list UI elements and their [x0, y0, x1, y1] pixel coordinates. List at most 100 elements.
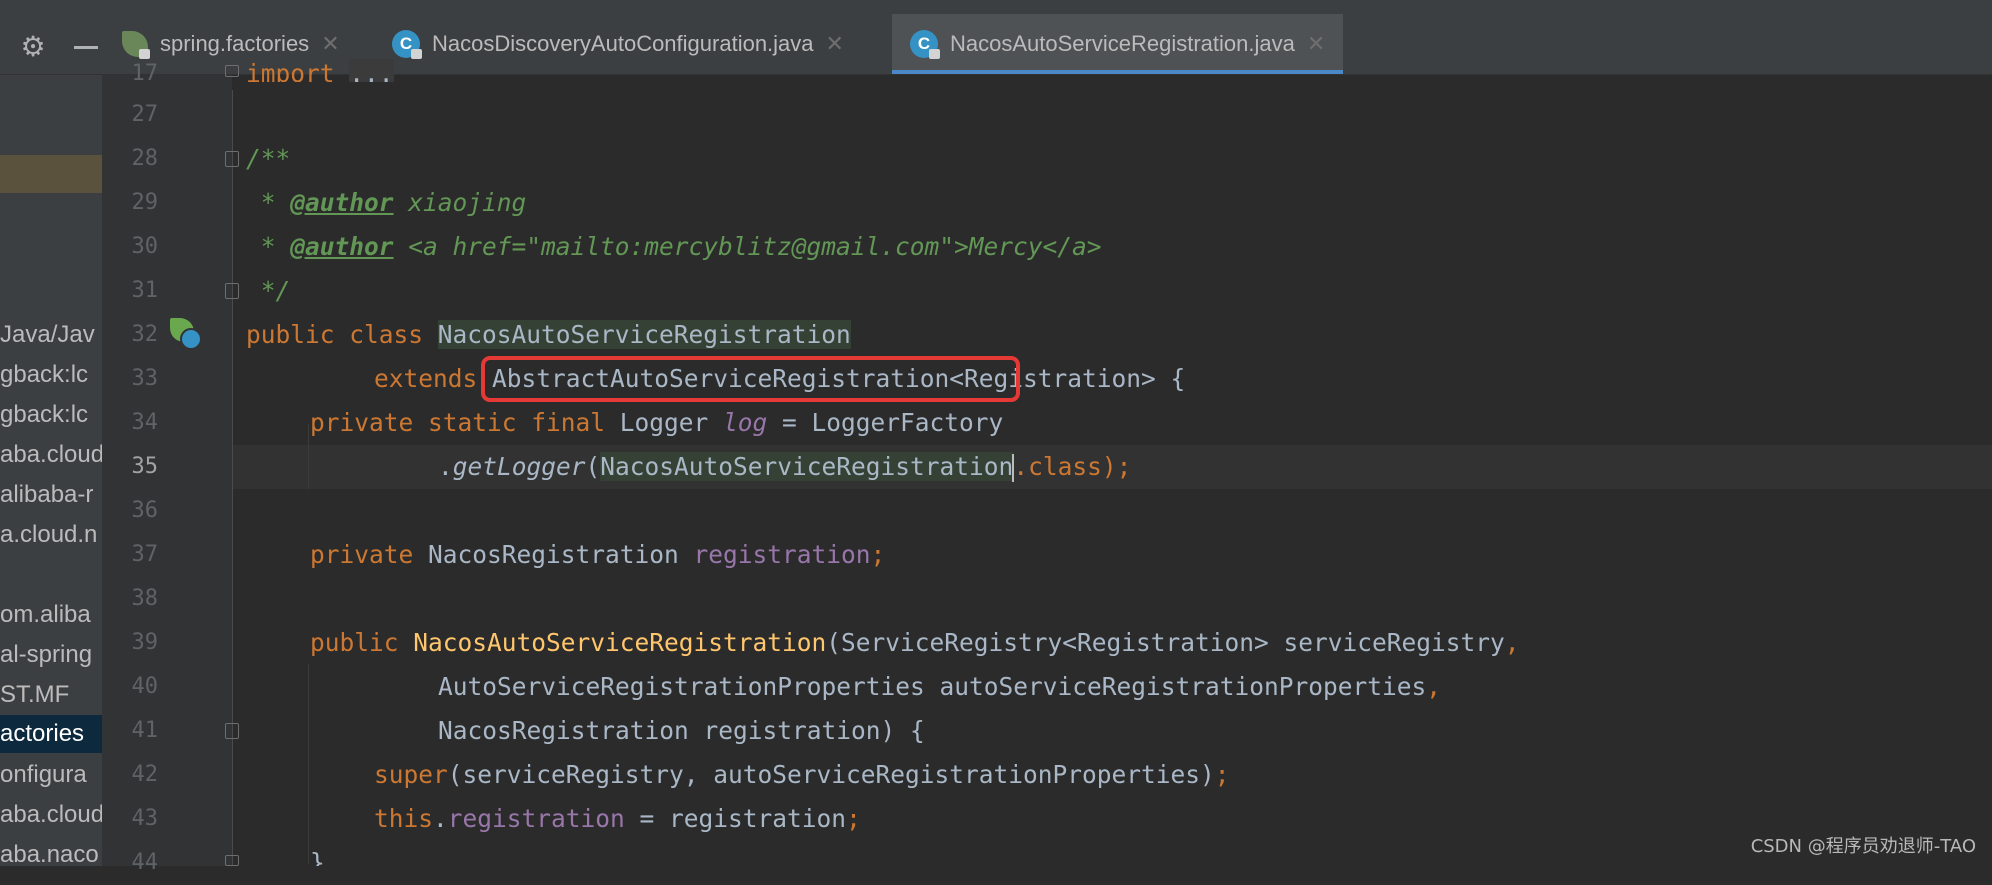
code-text: {: [1155, 364, 1186, 393]
code-text: );: [1101, 452, 1132, 481]
watermark: CSDN @程序员劝退师-TAO: [1750, 836, 1976, 857]
keyword: .class: [1013, 452, 1102, 481]
keyword: super: [374, 760, 448, 789]
line-number: 40: [131, 674, 159, 699]
indent-guide: [308, 664, 309, 864]
tree-item[interactable]: gback:lc: [0, 356, 102, 394]
code-line: /**: [246, 144, 291, 173]
line-number: 32: [131, 322, 159, 347]
code-line: super(serviceRegistry, autoServiceRegist…: [374, 753, 1230, 797]
field-name: log: [723, 408, 768, 437]
class-reference: NacosAutoServiceRegistration: [600, 452, 1014, 481]
tree-item[interactable]: onfigura: [0, 756, 102, 794]
tree-item[interactable]: aba.cloud: [0, 796, 102, 834]
javadoc-tag: @author: [290, 232, 394, 261]
code-text: = registration: [624, 804, 847, 833]
gear-icon[interactable]: ⚙: [18, 32, 48, 62]
code-line: private static final Logger log = Logger…: [310, 401, 1003, 445]
comment-prefix: *: [246, 232, 291, 261]
close-icon[interactable]: ✕: [826, 31, 844, 57]
tree-selection-highlight: [0, 155, 102, 193]
code-text: AutoServiceRegistrationProperties autoSe…: [438, 672, 1427, 701]
line-number: 43: [131, 806, 159, 831]
type-name: Logger: [619, 408, 724, 437]
tree-item[interactable]: ST.MF: [0, 676, 102, 714]
keyword: private static final: [310, 408, 620, 437]
indent-guide: [308, 445, 309, 489]
close-icon[interactable]: ✕: [1307, 31, 1325, 57]
fold-marker-icon[interactable]: [225, 283, 239, 299]
tree-item[interactable]: Java/Jav: [0, 316, 102, 354]
title-strip: [0, 0, 1992, 15]
minimize-icon[interactable]: [74, 46, 98, 49]
keyword: public: [310, 628, 414, 657]
tree-item[interactable]: a.cloud.n: [0, 516, 102, 554]
line-number: 29: [131, 190, 159, 215]
tree-item[interactable]: gback:lc: [0, 396, 102, 434]
code-text: ;: [846, 804, 861, 833]
line-number: 36: [131, 498, 159, 523]
java-class-icon: C: [910, 29, 940, 59]
code-text: .: [433, 804, 448, 833]
line-number: 31: [131, 278, 159, 303]
tab-label: NacosDiscoveryAutoConfiguration.java: [432, 31, 814, 56]
type-name: NacosRegistration: [428, 540, 694, 569]
code-line: NacosRegistration registration) {: [438, 716, 925, 745]
tree-item[interactable]: aba.naco: [0, 836, 102, 866]
active-tab-indicator: [892, 70, 1344, 74]
fold-marker-icon[interactable]: [225, 65, 239, 77]
line-number: 38: [131, 586, 159, 611]
keyword: private: [310, 540, 429, 569]
code-line: private NacosRegistration registration;: [310, 533, 885, 577]
line-number: 37: [131, 542, 159, 567]
fold-marker-icon[interactable]: [225, 723, 239, 739]
project-tree-panel: Java/Jav gback:lc gback:lc aba.cloud ali…: [0, 75, 102, 866]
tab-nacos-auto-service-registration[interactable]: C NacosAutoServiceRegistration.java ✕: [892, 14, 1344, 74]
keyword: extends: [374, 364, 493, 393]
tree-item[interactable]: aba.cloud: [0, 436, 102, 474]
comment-prefix: *: [246, 188, 291, 217]
comment-text: xiaojing: [393, 188, 527, 217]
javadoc-tag: @author: [290, 188, 394, 217]
code-line: * @author xiaojing: [246, 181, 527, 225]
line-number: 34: [131, 410, 159, 435]
indent-guide: [308, 424, 309, 446]
code-text: (ServiceRegistry<Registration> serviceRe…: [826, 628, 1505, 657]
code-text: .: [438, 452, 453, 481]
code-line: * @author <a href="mailto:mercyblitz@gma…: [246, 225, 1102, 269]
folded-imports[interactable]: ...: [349, 59, 394, 82]
line-number: 27: [131, 102, 159, 127]
code-line: import ...: [246, 52, 394, 82]
code-line: public class NacosAutoServiceRegistratio…: [246, 313, 851, 357]
spring-bean-gutter-icon[interactable]: [170, 318, 202, 350]
code-line: public NacosAutoServiceRegistration(Serv…: [310, 621, 1520, 665]
code-text: (serviceRegistry, autoServiceRegistratio…: [447, 760, 1215, 789]
line-number: 42: [131, 762, 159, 787]
code-line: */: [246, 276, 291, 305]
line-number-current: 35: [131, 454, 159, 479]
code-text: ;: [1214, 760, 1230, 789]
line-number: 39: [131, 630, 159, 655]
tree-item-selected[interactable]: actories: [0, 715, 102, 753]
code-text: ;: [870, 540, 886, 569]
line-number: 28: [131, 146, 159, 171]
tree-item[interactable]: al-spring: [0, 636, 102, 674]
highlight-annotation-box: [481, 356, 1020, 402]
code-text: (: [585, 452, 601, 481]
fold-marker-icon[interactable]: [225, 151, 239, 167]
tree-item[interactable]: om.aliba: [0, 596, 102, 634]
code-text: ,: [1426, 672, 1442, 701]
code-text: ,: [1504, 628, 1520, 657]
code-line: }: [310, 848, 325, 866]
field-name: registration: [447, 804, 625, 833]
tree-item[interactable]: alibaba-r: [0, 476, 102, 514]
tab-label: NacosAutoServiceRegistration.java: [950, 31, 1295, 56]
java-class-icon: C: [392, 29, 422, 59]
class-name: NacosAutoServiceRegistration: [437, 320, 851, 349]
line-number: 41: [131, 718, 159, 743]
tab-nacos-discovery-auto-configuration[interactable]: C NacosDiscoveryAutoConfiguration.java ✕: [392, 14, 844, 74]
line-number: 33: [131, 366, 159, 391]
code-text: = LoggerFactory: [767, 408, 1004, 437]
fold-marker-icon[interactable]: [225, 855, 239, 866]
code-line: AutoServiceRegistrationProperties autoSe…: [438, 665, 1441, 709]
